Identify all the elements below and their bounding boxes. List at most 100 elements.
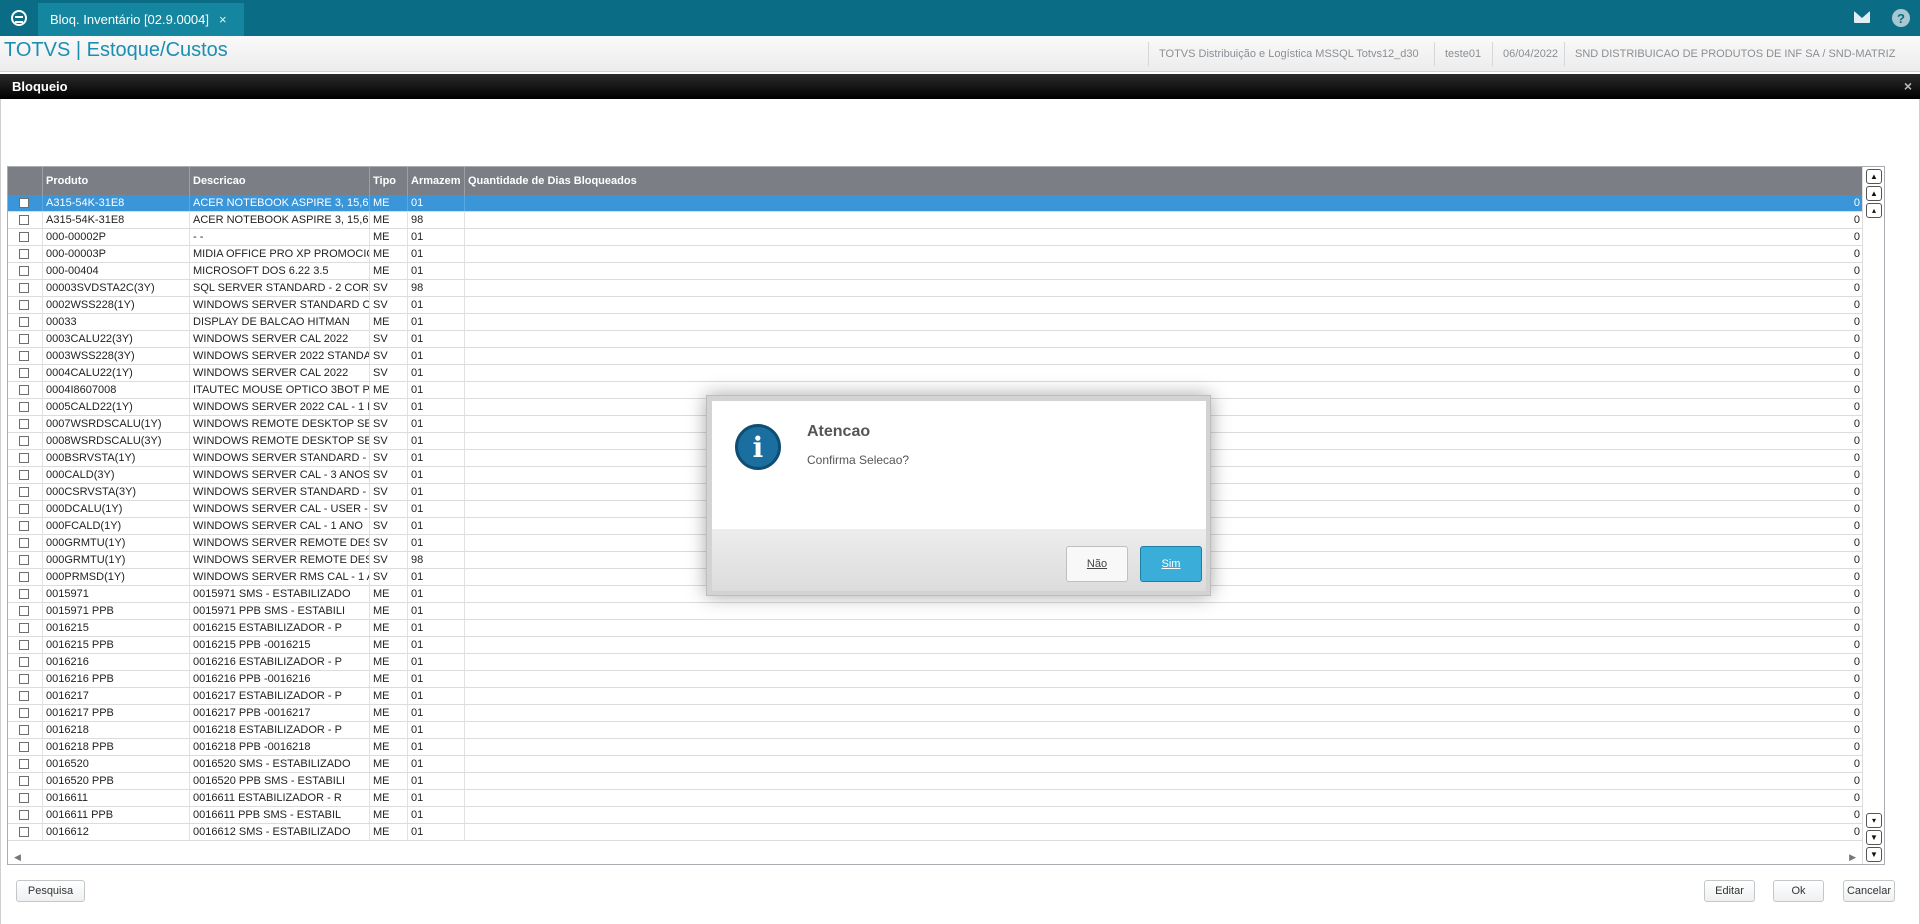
header-produto[interactable]: Produto — [42, 167, 189, 195]
header-checkbox-column — [8, 167, 42, 195]
window-close-icon[interactable]: × — [1904, 74, 1912, 99]
tab-bloq-inventario[interactable]: Bloq. Inventário [02.9.0004] × — [38, 3, 244, 36]
row-checkbox[interactable] — [19, 300, 29, 310]
table-row[interactable]: 000-00404 MICROSOFT DOS 6.22 3.5 ME 01 0 — [8, 263, 1884, 280]
row-checkbox[interactable] — [19, 691, 29, 701]
table-row[interactable]: 0015971 PPB 0015971 PPB SMS - ESTABILI ME 0… — [8, 603, 1884, 620]
pesquisa-button[interactable]: Pesquisa — [16, 880, 85, 902]
row-checkbox[interactable] — [19, 215, 29, 225]
mail-icon[interactable] — [1854, 11, 1870, 23]
table-row[interactable]: 0016611 0016611 ESTABILIZADOR - R ME 01 0 — [8, 790, 1884, 807]
table-row[interactable]: 0016215 PPB 0016215 PPB -0016215 ME 01 0 — [8, 637, 1884, 654]
row-checkbox[interactable] — [19, 640, 29, 650]
table-row[interactable]: 0004CALU22(1Y) WINDOWS SERVER CAL 2022 SV 0… — [8, 365, 1884, 382]
row-checkbox[interactable] — [19, 487, 29, 497]
row-checkbox[interactable] — [19, 708, 29, 718]
scroll-down-icon[interactable]: ▾ — [1866, 813, 1882, 828]
table-row[interactable]: 0016216 0016216 ESTABILIZADOR - P ME 01 0 — [8, 654, 1884, 671]
table-row[interactable]: 0016217 0016217 ESTABILIZADOR - P ME 01 0 — [8, 688, 1884, 705]
row-checkbox[interactable] — [19, 657, 29, 667]
header-armazem[interactable]: Armazem — [407, 167, 464, 195]
table-row[interactable]: 0002WSS228(1Y)WINDOWS SERVER STANDARD CO… — [8, 297, 1884, 314]
scroll-page-down-icon[interactable]: ▼ — [1866, 830, 1882, 845]
scroll-up-icon[interactable]: ▴ — [1866, 203, 1882, 218]
totvs-logo-icon[interactable] — [7, 7, 31, 29]
table-row[interactable]: 00033 DISPLAY DE BALCAO HITMAN ME 01 0 — [8, 314, 1884, 331]
row-checkbox[interactable] — [19, 623, 29, 633]
scroll-page-up-icon[interactable]: ▲ — [1866, 186, 1882, 201]
quantidade-value: 0 — [1853, 656, 1860, 668]
row-checkbox[interactable] — [19, 419, 29, 429]
scroll-bottom-icon[interactable]: ▼ — [1866, 847, 1882, 862]
table-row[interactable]: 000-00003PMIDIA OFFICE PRO XP PROMOCIONA… — [8, 246, 1884, 263]
row-checkbox[interactable] — [19, 453, 29, 463]
header-descricao[interactable]: Descricao — [189, 167, 369, 195]
sim-button[interactable]: Sim — [1140, 546, 1202, 582]
header-tipo[interactable]: Tipo — [369, 167, 407, 195]
table-row[interactable]: 0016218 0016218 ESTABILIZADOR - P ME 01 0 — [8, 722, 1884, 739]
table-row[interactable]: 0016215 0016215 ESTABILIZADOR - P ME 01 0 — [8, 620, 1884, 637]
row-checkbox[interactable] — [19, 810, 29, 820]
row-checkbox[interactable] — [19, 436, 29, 446]
editar-button[interactable]: Editar — [1704, 880, 1755, 902]
row-checkbox[interactable] — [19, 742, 29, 752]
table-row[interactable]: 00003SVDSTA2C(3Y) SQL SERVER STANDARD - 2… — [8, 280, 1884, 297]
quantidade-cell: 0 — [464, 807, 1862, 823]
descricao-cell: 0016612 SMS - ESTABILIZADO — [189, 824, 369, 840]
date-info: 06/04/2022 — [1492, 42, 1564, 66]
scroll-top-icon[interactable]: ▲ — [1866, 169, 1882, 184]
quantidade-value: 0 — [1853, 792, 1860, 804]
table-row[interactable]: 0016218 PPB 0016218 PPB -0016218 ME 01 0 — [8, 739, 1884, 756]
row-checkbox[interactable] — [19, 555, 29, 565]
ok-button[interactable]: Ok — [1773, 880, 1824, 902]
row-checkbox[interactable] — [19, 198, 29, 208]
nao-button[interactable]: Não — [1066, 546, 1128, 582]
table-row[interactable]: 0016520 PPB 0016520 PPB SMS - ESTABILI ME 0… — [8, 773, 1884, 790]
table-row[interactable]: 0003WSS228(3Y)WINDOWS SERVER 2022 STANDA… — [8, 348, 1884, 365]
row-checkbox[interactable] — [19, 827, 29, 837]
row-checkbox[interactable] — [19, 385, 29, 395]
row-checkbox[interactable] — [19, 538, 29, 548]
row-checkbox[interactable] — [19, 521, 29, 531]
row-checkbox[interactable] — [19, 232, 29, 242]
table-row[interactable]: 0003CALU22(3Y) WINDOWS SERVER CAL 2022 SV 0… — [8, 331, 1884, 348]
table-row[interactable]: 0016611 PPB 0016611 PPB SMS - ESTABIL ME 01… — [8, 807, 1884, 824]
row-checkbox[interactable] — [19, 317, 29, 327]
row-checkbox[interactable] — [19, 606, 29, 616]
table-row[interactable]: 0016612 0016612 SMS - ESTABILIZADO ME 01 0 — [8, 824, 1884, 841]
table-row[interactable]: A315-54K-31E8 ACER NOTEBOOK ASPIRE 3, 15,… — [8, 212, 1884, 229]
table-row[interactable]: A315-54K-31E8 ACER NOTEBOOK ASPIRE 3, 15,… — [8, 195, 1884, 212]
table-row[interactable]: 0016217 PPB 0016217 PPB -0016217 ME 01 0 — [8, 705, 1884, 722]
armazem-cell: 01 — [407, 501, 464, 517]
row-checkbox[interactable] — [19, 674, 29, 684]
row-checkbox[interactable] — [19, 283, 29, 293]
descricao-cell: WINDOWS REMOTE DESKTOP SERVER — [189, 433, 369, 449]
table-row[interactable]: 000-00002P - - ME 01 0 — [8, 229, 1884, 246]
row-checkbox[interactable] — [19, 572, 29, 582]
horizontal-scrollbar[interactable]: ◀ ▶ — [8, 852, 1862, 864]
row-checkbox[interactable] — [19, 470, 29, 480]
row-checkbox[interactable] — [19, 351, 29, 361]
tipo-cell: SV — [369, 450, 407, 466]
table-row[interactable]: 0016216 PPB 0016216 PPB -0016216 ME 01 0 — [8, 671, 1884, 688]
row-checkbox[interactable] — [19, 793, 29, 803]
cancelar-button[interactable]: Cancelar — [1843, 880, 1895, 902]
row-checkbox[interactable] — [19, 266, 29, 276]
row-checkbox[interactable] — [19, 759, 29, 769]
table-row[interactable]: 0016520 0016520 SMS - ESTABILIZADO ME 01 0 — [8, 756, 1884, 773]
header-quantidade-dias[interactable]: Quantidade de Dias Bloqueados — [464, 167, 1862, 195]
scroll-right-icon[interactable]: ▶ — [1849, 852, 1856, 863]
row-checkbox[interactable] — [19, 776, 29, 786]
tab-close-icon[interactable]: × — [219, 12, 227, 27]
row-checkbox[interactable] — [19, 725, 29, 735]
row-checkbox[interactable] — [19, 402, 29, 412]
scroll-left-icon[interactable]: ◀ — [14, 852, 21, 863]
row-checkbox[interactable] — [19, 504, 29, 514]
dialog-message: Confirma Selecao? — [807, 453, 910, 467]
row-checkbox[interactable] — [19, 334, 29, 344]
info-icon: i — [735, 424, 781, 470]
help-icon[interactable]: ? — [1892, 9, 1910, 27]
row-checkbox[interactable] — [19, 589, 29, 599]
row-checkbox[interactable] — [19, 249, 29, 259]
row-checkbox[interactable] — [19, 368, 29, 378]
